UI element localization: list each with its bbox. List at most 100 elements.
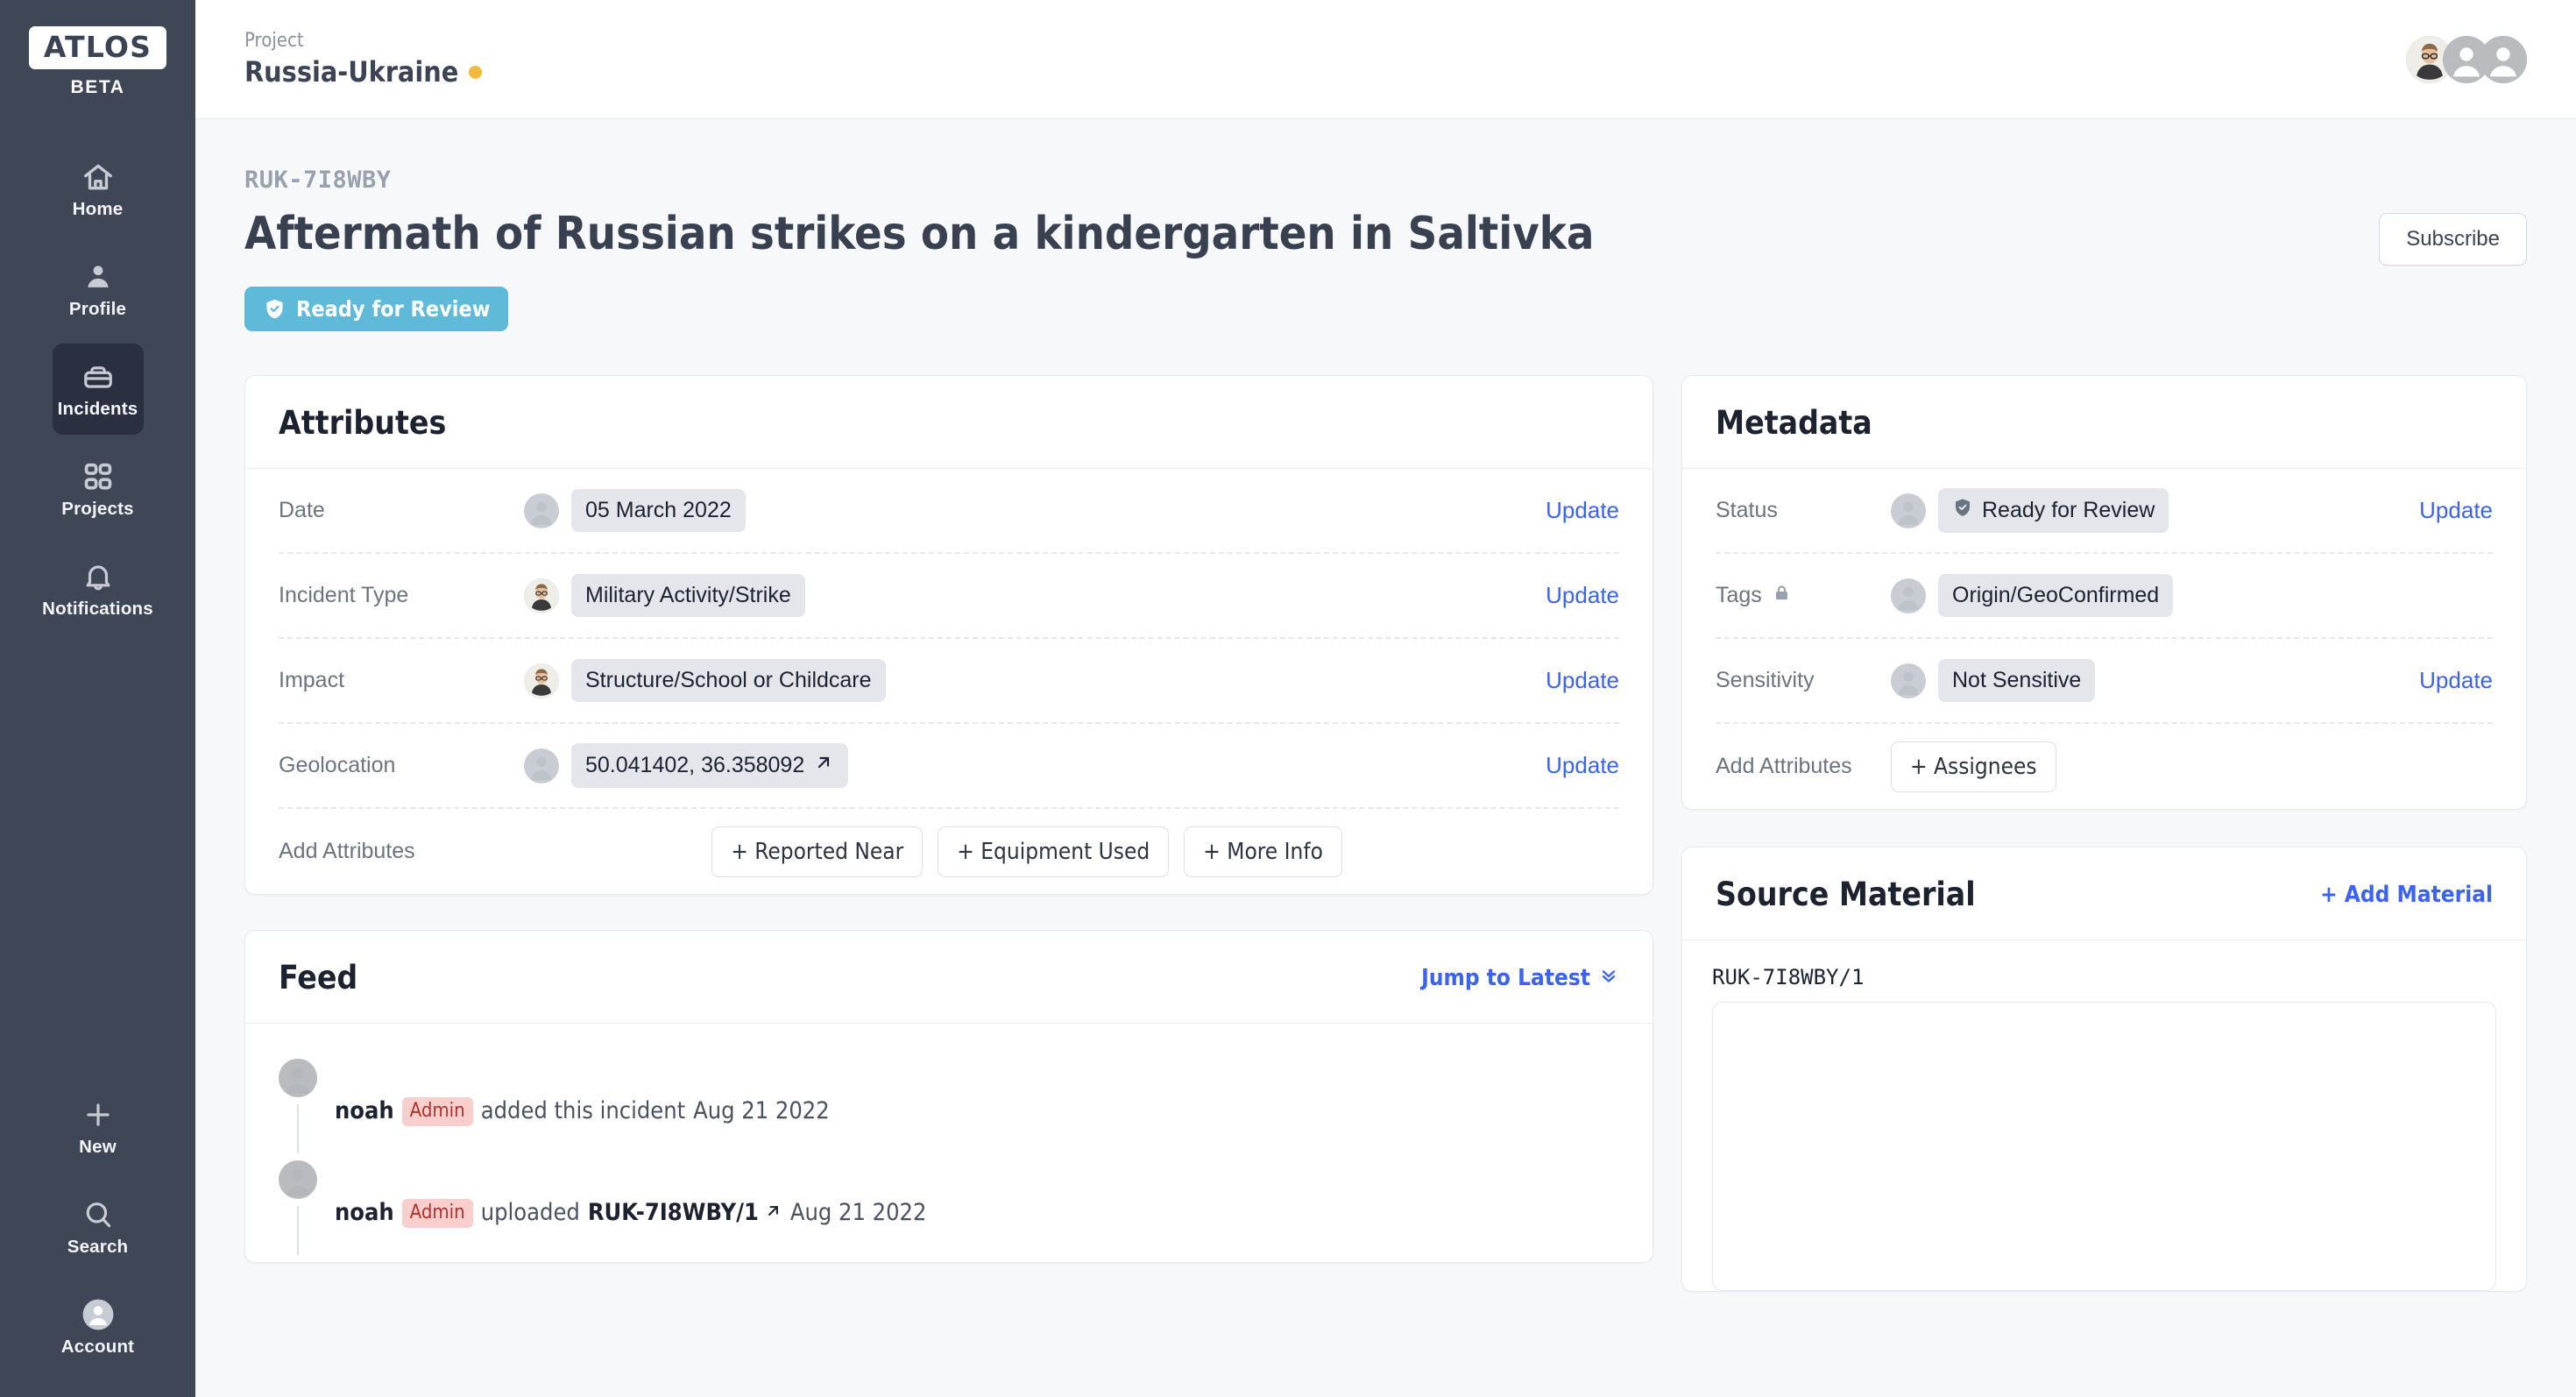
update-link[interactable]: Update: [1530, 497, 1619, 524]
attribute-row-date: Date 05 March 2022: [279, 469, 1619, 554]
metadata-status-label: Ready for Review: [1982, 498, 2155, 523]
search-icon: [81, 1198, 115, 1231]
metadata-label: Sensitivity: [1716, 668, 1891, 693]
attributes-title: Attributes: [279, 404, 446, 442]
sidebar-item-projects[interactable]: Projects: [53, 443, 144, 535]
feed-avatar-column: [279, 1059, 317, 1160]
role-badge: Admin: [402, 1097, 473, 1125]
feed-body: noah Admin added this incident Aug 21 20…: [245, 1024, 1652, 1262]
metadata-row-add: Add Attributes + Assignees Update: [1716, 724, 2493, 809]
attribute-label: Incident Type: [279, 583, 524, 608]
jump-to-latest-link[interactable]: Jump to Latest: [1421, 964, 1619, 991]
source-material-body: RUK-7I8WBY/1: [1682, 940, 2526, 1291]
feed-date: Aug 21 2022: [693, 1097, 830, 1125]
add-attribute-buttons: + Reported Near + Equipment Used + More …: [524, 826, 1530, 877]
sidebar-item-notifications[interactable]: Notifications: [53, 543, 144, 635]
beta-label: BETA: [70, 77, 124, 98]
sidebar-item-label: Projects: [61, 500, 134, 519]
attribute-value[interactable]: 05 March 2022: [571, 489, 746, 532]
update-link[interactable]: Update: [2403, 497, 2493, 524]
update-link[interactable]: Update: [1530, 667, 1619, 694]
update-link[interactable]: Update: [1530, 752, 1619, 779]
feed-date: Aug 21 2022: [790, 1199, 927, 1227]
attributes-body: Date 05 March 2022: [245, 469, 1652, 894]
plus-icon: [81, 1098, 115, 1131]
sidebar-item-incidents[interactable]: Incidents: [53, 344, 144, 435]
feed-header: Feed Jump to Latest: [245, 931, 1652, 1024]
atlos-logo-text: ATLOS: [44, 32, 152, 61]
avatar: [279, 1059, 317, 1097]
add-assignees-button[interactable]: + Assignees: [1891, 741, 2056, 792]
status-badge[interactable]: Ready for Review: [244, 287, 508, 331]
feed-title: Feed: [279, 959, 357, 996]
collaborator-avatars[interactable]: [2406, 36, 2527, 83]
sidebar-item-account[interactable]: Account: [53, 1281, 144, 1372]
avatar: [524, 663, 559, 698]
attribute-row-geolocation: Geolocation 50.041: [279, 724, 1619, 809]
grid-icon: [81, 460, 115, 493]
attributes-header: Attributes: [245, 376, 1652, 469]
source-material-header: Source Material + Add Material: [1682, 847, 2526, 940]
update-link[interactable]: Update: [2403, 667, 2493, 694]
sidebar-item-home[interactable]: Home: [53, 144, 144, 235]
main-region: Project Russia-Ukraine: [195, 0, 2576, 1397]
attribute-value-group: Structure/School or Childcare: [524, 659, 1530, 702]
sidebar-bottom-nav: New Search Account: [0, 1081, 195, 1381]
metadata-value-sensitivity[interactable]: Not Sensitive: [1938, 659, 2095, 702]
feed-user[interactable]: noah: [335, 1097, 394, 1125]
metadata-header: Metadata: [1682, 376, 2526, 469]
jump-to-latest-label: Jump to Latest: [1421, 965, 1590, 991]
add-material-button[interactable]: + Add Material: [2320, 882, 2493, 908]
breadcrumb-label: Project: [244, 28, 482, 54]
metadata-card: Metadata Status: [1681, 375, 2527, 810]
sidebar-item-label: Incidents: [58, 401, 138, 419]
update-link[interactable]: Update: [1530, 582, 1619, 609]
metadata-label-text: Tags: [1716, 583, 1762, 608]
feed-target-label: RUK-7I8WBY/1: [588, 1199, 759, 1227]
briefcase-icon: [81, 360, 115, 394]
atlos-logo[interactable]: ATLOS: [29, 26, 166, 69]
metadata-body: Status: [1682, 469, 2526, 809]
user-icon: [81, 260, 115, 294]
chevron-double-down-icon: [1598, 964, 1619, 991]
feed-action: added this incident: [481, 1097, 685, 1125]
role-badge: Admin: [402, 1199, 473, 1227]
add-equipment-used-button[interactable]: + Equipment Used: [938, 826, 1169, 877]
metadata-value-status[interactable]: Ready for Review: [1938, 488, 2169, 533]
subscribe-button[interactable]: Subscribe: [2379, 213, 2527, 266]
avatar: [279, 1160, 317, 1199]
source-material-item-label: RUK-7I8WBY/1: [1712, 965, 2496, 989]
lock-icon: [1772, 583, 1792, 609]
sidebar-item-profile[interactable]: Profile: [53, 244, 144, 335]
sidebar-item-search[interactable]: Search: [53, 1181, 144, 1273]
feed-card: Feed Jump to Latest: [244, 930, 1653, 1263]
title-row: Aftermath of Russian strikes on a kinder…: [244, 194, 2527, 266]
feed-user[interactable]: noah: [335, 1199, 394, 1227]
external-link-icon: [764, 1199, 782, 1227]
metadata-row-tags: Tags: [1716, 554, 2493, 639]
status-badge-label: Ready for Review: [296, 296, 490, 322]
sidebar-item-new[interactable]: New: [53, 1081, 144, 1173]
left-column: Attributes Date: [244, 375, 1653, 1263]
avatar[interactable]: [2480, 36, 2527, 83]
attribute-label: Date: [279, 498, 524, 523]
source-material-preview[interactable]: [1712, 1002, 2496, 1291]
attribute-value[interactable]: Structure/School or Childcare: [571, 659, 886, 702]
metadata-value-tags[interactable]: Origin/GeoConfirmed: [1938, 574, 2173, 617]
app-root: ATLOS BETA Home Profile: [0, 0, 2576, 1397]
sidebar-item-label: New: [79, 1138, 117, 1157]
add-more-info-button[interactable]: + More Info: [1184, 826, 1342, 877]
incident-slug: RUK-7I8WBY: [244, 167, 2527, 194]
feed-item-text: noah Admin uploaded RUK-7I8WBY/1: [335, 1160, 926, 1262]
attribute-value[interactable]: Military Activity/Strike: [571, 574, 805, 617]
add-reported-near-button[interactable]: + Reported Near: [711, 826, 923, 877]
attribute-row-incident-type: Incident Type: [279, 554, 1619, 639]
avatar: [1891, 663, 1926, 698]
attribute-value-geolocation[interactable]: 50.041402, 36.358092: [571, 743, 848, 788]
avatar: [1891, 493, 1926, 528]
feed-target-link[interactable]: RUK-7I8WBY/1: [588, 1199, 782, 1227]
feed-item: noah Admin uploaded RUK-7I8WBY/1: [279, 1160, 1619, 1262]
feed-avatar-column: [279, 1160, 317, 1262]
attribute-label: Impact: [279, 668, 524, 693]
breadcrumb[interactable]: Project Russia-Ukraine: [244, 28, 482, 90]
